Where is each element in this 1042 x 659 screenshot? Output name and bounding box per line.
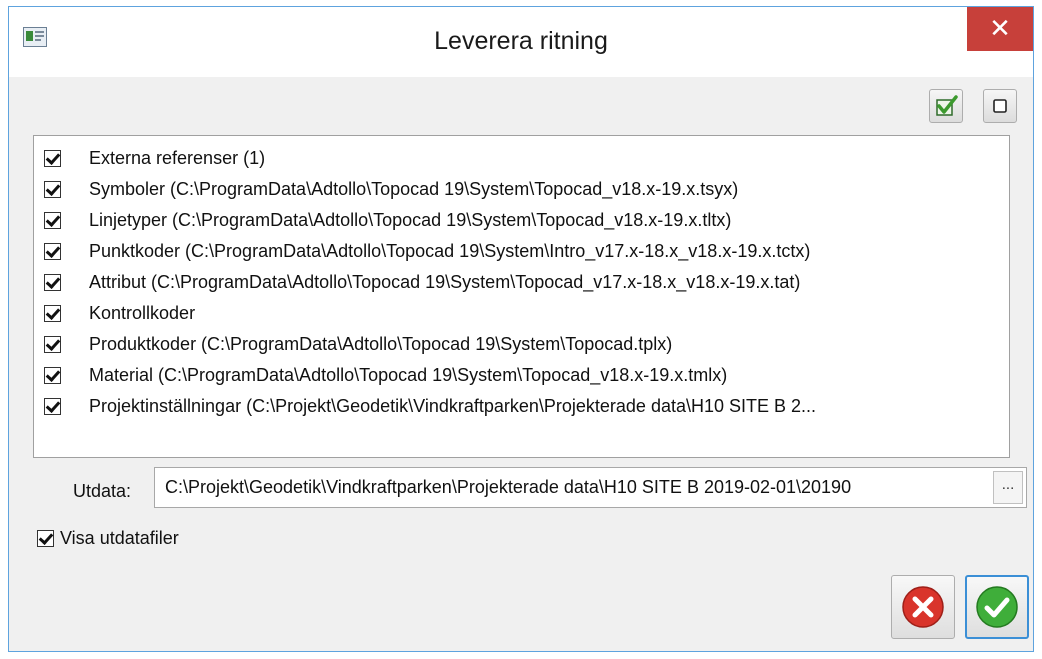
item-label: Symboler (C:\ProgramData\Adtollo\Topocad… — [89, 178, 739, 199]
item-label: Kontrollkoder — [89, 302, 196, 323]
cancel-button[interactable] — [891, 575, 955, 639]
check-all-icon — [934, 94, 958, 123]
list-item[interactable]: Projektinställningar (C:\Projekt\Geodeti… — [34, 391, 816, 421]
item-checkbox[interactable] — [44, 397, 61, 415]
ok-icon — [975, 585, 1019, 634]
item-checkbox[interactable] — [44, 304, 61, 322]
cancel-icon — [901, 585, 945, 634]
item-label: Produktkoder (C:\ProgramData\Adtollo\Top… — [89, 333, 673, 354]
item-checkbox[interactable] — [44, 211, 61, 229]
item-label: Linjetyper (C:\ProgramData\Adtollo\Topoc… — [89, 209, 732, 230]
item-label: Projektinställningar (C:\Projekt\Geodeti… — [89, 395, 817, 416]
item-checkbox[interactable] — [44, 335, 61, 353]
show-output-toggle[interactable]: Visa utdatafiler — [37, 528, 179, 549]
uncheck-all-button[interactable] — [983, 89, 1017, 123]
list-item[interactable]: Symboler (C:\ProgramData\Adtollo\Topocad… — [34, 174, 738, 204]
list-item[interactable]: Produktkoder (C:\ProgramData\Adtollo\Top… — [34, 329, 672, 359]
item-label: Material (C:\ProgramData\Adtollo\Topocad… — [89, 364, 728, 385]
delivery-items-list[interactable]: Externa referenser (1) Symboler (C:\Prog… — [33, 135, 1010, 458]
item-label: Attribut (C:\ProgramData\Adtollo\Topocad… — [89, 271, 801, 292]
item-checkbox[interactable] — [44, 242, 61, 260]
list-item[interactable]: Externa referenser (1) — [34, 143, 265, 173]
list-item[interactable]: Punktkoder (C:\ProgramData\Adtollo\Topoc… — [34, 236, 810, 266]
item-checkbox[interactable] — [44, 180, 61, 198]
title-bar: Leverera ritning ✕ — [9, 7, 1033, 77]
close-button[interactable]: ✕ — [967, 7, 1033, 51]
uncheck-all-icon — [993, 99, 1007, 118]
show-output-checkbox[interactable] — [37, 530, 54, 547]
dialog-window: Leverera ritning ✕ Externa referenser (1… — [8, 6, 1034, 652]
list-item[interactable]: Kontrollkoder — [34, 298, 195, 328]
ok-button[interactable] — [965, 575, 1029, 639]
check-all-button[interactable] — [929, 89, 963, 123]
item-label: Externa referenser (1) — [89, 147, 266, 168]
item-label: Punktkoder (C:\ProgramData\Adtollo\Topoc… — [89, 240, 811, 261]
output-path-field[interactable]: C:\Projekt\Geodetik\Vindkraftparken\Proj… — [154, 467, 1027, 508]
close-icon: ✕ — [989, 13, 1011, 43]
list-item[interactable]: Linjetyper (C:\ProgramData\Adtollo\Topoc… — [34, 205, 731, 235]
output-path-value: C:\Projekt\Geodetik\Vindkraftparken\Proj… — [165, 477, 852, 497]
item-checkbox[interactable] — [44, 273, 61, 291]
show-output-label: Visa utdatafiler — [60, 528, 179, 548]
browse-button[interactable]: ... — [993, 471, 1023, 504]
item-checkbox[interactable] — [44, 149, 61, 167]
window-title: Leverera ritning — [434, 27, 608, 55]
item-checkbox[interactable] — [44, 366, 61, 384]
output-label: Utdata: — [73, 481, 132, 501]
list-item[interactable]: Attribut (C:\ProgramData\Adtollo\Topocad… — [34, 267, 800, 297]
list-item[interactable]: Material (C:\ProgramData\Adtollo\Topocad… — [34, 360, 727, 390]
